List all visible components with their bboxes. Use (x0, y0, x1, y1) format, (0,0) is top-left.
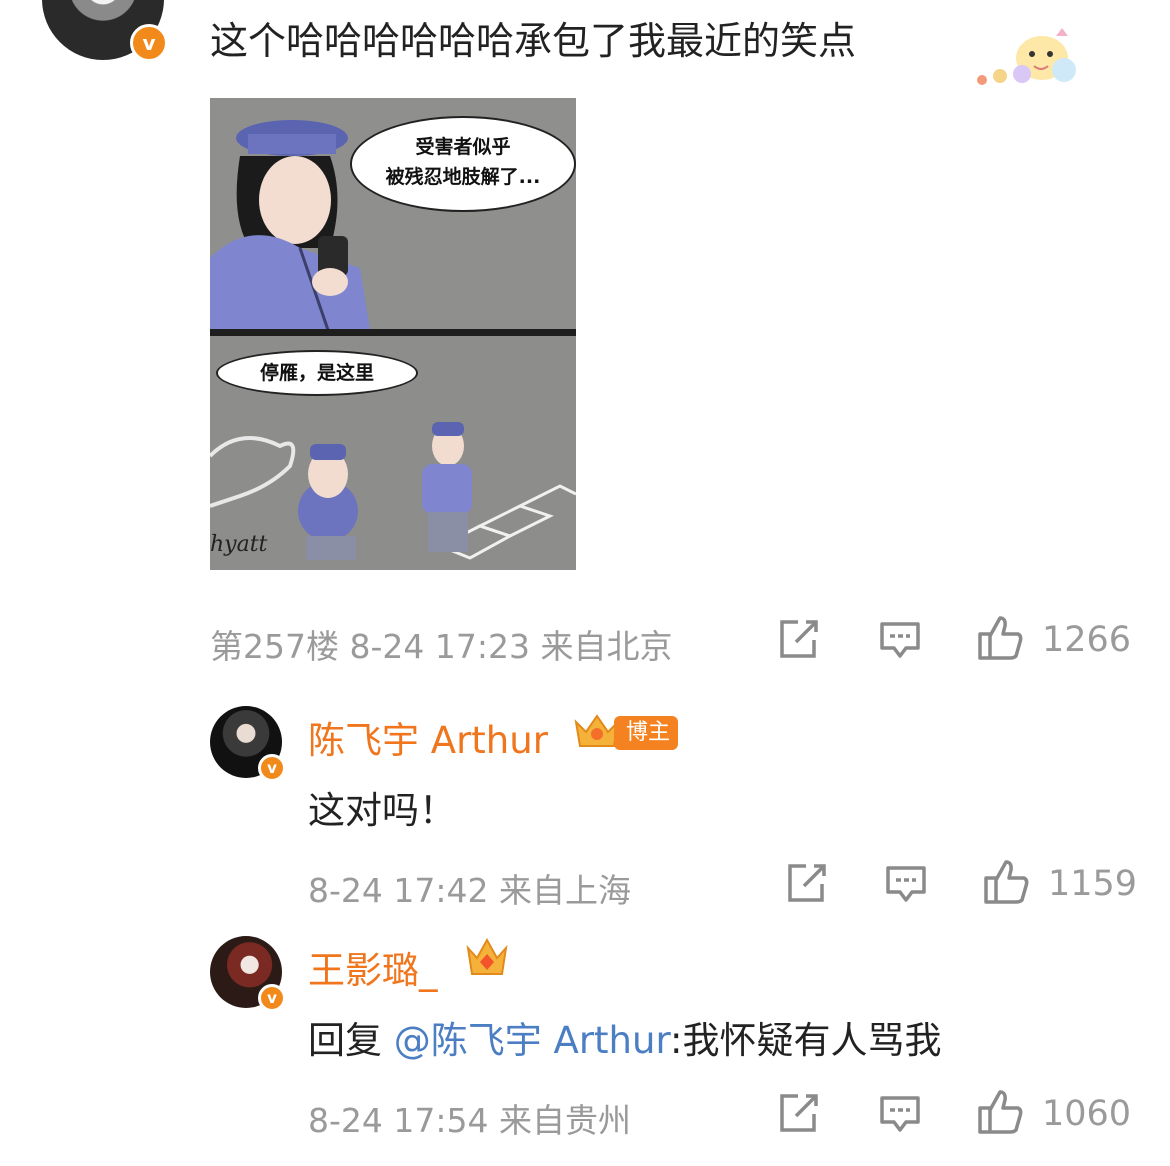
comment-icon[interactable] (884, 864, 928, 904)
bubble-line-2: 被残忍地肢解了... (385, 166, 541, 188)
like-icon[interactable] (982, 858, 1030, 906)
reply-username[interactable]: 陈飞宇 Arthur (308, 710, 548, 764)
mention-link[interactable]: @陈飞宇 Arthur (394, 1019, 670, 1062)
comment-text: 这个哈哈哈哈哈哈承包了我最近的笑点 (210, 19, 857, 63)
cartoon-sticker-icon (972, 22, 1090, 92)
like-icon[interactable] (976, 1088, 1024, 1136)
share-icon[interactable] (776, 1092, 820, 1134)
comment-image[interactable]: 受害者似乎 被残忍地肢解了... 停雁，是这里 hyatt (210, 98, 576, 570)
reply-prefix: 回复 (308, 1019, 394, 1062)
reply-text: 这对吗！ (308, 789, 456, 832)
share-icon[interactable] (776, 618, 820, 660)
like-icon[interactable] (976, 614, 1024, 662)
image-watermark: hyatt (210, 532, 268, 557)
reply-meta: 8-24 17:54 来自贵州 (308, 1101, 631, 1140)
verified-badge: v (258, 984, 286, 1012)
verified-badge: v (130, 24, 168, 62)
comment-meta: 第257楼 8-24 17:23 来自北京 (210, 627, 673, 666)
speech-bubble-2: 停雁，是这里 (216, 350, 418, 396)
bubble-text: 停雁，是这里 (259, 362, 374, 384)
reply-username[interactable]: 王影璐_ (308, 940, 438, 994)
comic-divider (210, 329, 576, 336)
blogger-tag: 博主 (614, 716, 679, 750)
like-count: 1060 (1042, 1094, 1132, 1134)
like-count: 1266 (1042, 620, 1132, 660)
comic-panel-1: 受害者似乎 被残忍地肢解了... (210, 98, 576, 330)
bubble-line-1: 受害者似乎 (415, 136, 511, 158)
like-count: 1159 (1048, 864, 1138, 904)
reply-body: :我怀疑有人骂我 (670, 1019, 942, 1062)
crown-icon (464, 936, 510, 980)
comment-icon[interactable] (878, 1094, 922, 1134)
reply-text: 回复 @陈飞宇 Arthur:我怀疑有人骂我 (308, 1010, 942, 1064)
reply-meta: 8-24 17:42 来自上海 (308, 871, 631, 910)
speech-bubble-1: 受害者似乎 被残忍地肢解了... (350, 116, 576, 212)
comment-icon[interactable] (878, 620, 922, 660)
verified-badge: v (258, 754, 286, 782)
comic-panel-2: 停雁，是这里 hyatt (210, 336, 576, 570)
share-icon[interactable] (784, 862, 828, 904)
